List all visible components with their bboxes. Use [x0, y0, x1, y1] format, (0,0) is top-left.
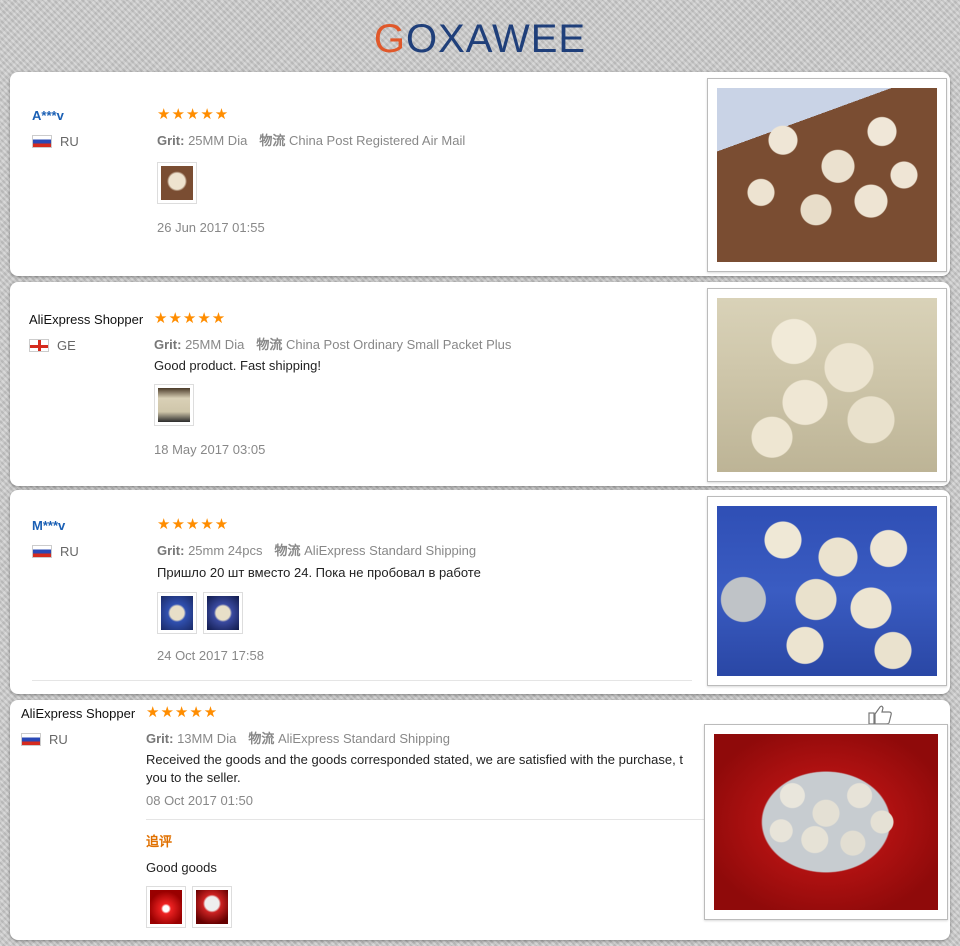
- review-thumbnail[interactable]: [203, 592, 243, 634]
- reviewer-country: RU: [32, 544, 79, 559]
- product-photo: [714, 734, 938, 910]
- country-code: RU: [60, 544, 79, 559]
- shipping-label: 物流: [259, 133, 286, 148]
- review-photo-preview[interactable]: [704, 724, 948, 920]
- grit-label: Grit:: [154, 337, 182, 352]
- review-thumbnail[interactable]: [157, 592, 197, 634]
- review-card: A***v RU ★★★★★ Grit: 25MM Dia 物流 China Po…: [10, 72, 950, 276]
- reviewer-country: RU: [32, 134, 79, 149]
- divider: [32, 680, 692, 681]
- order-info: Grit: 13MM Dia 物流 AliExpress Standard Shi…: [146, 728, 450, 747]
- reviewer-country: RU: [21, 732, 68, 747]
- review-text: Пришло 20 шт вместо 24. Пока не пробовал…: [157, 565, 481, 580]
- review-date: 08 Oct 2017 01:50: [146, 793, 253, 808]
- rating-stars: ★★★★★: [146, 703, 219, 721]
- review-thumbnails: [146, 886, 232, 928]
- product-photo: [717, 506, 937, 676]
- grit-value: 25MM Dia: [188, 133, 248, 148]
- review-photo-preview[interactable]: [707, 496, 947, 686]
- rating-stars: ★★★★★: [157, 105, 230, 123]
- review-thumbnail[interactable]: [154, 384, 194, 426]
- followup-label: 追评: [146, 834, 173, 849]
- grit-value: 25mm 24pcs: [188, 543, 263, 558]
- country-code: RU: [49, 732, 68, 747]
- review-photo-preview[interactable]: [707, 288, 947, 482]
- review-thumbnail[interactable]: [146, 886, 186, 928]
- product-photo: [717, 88, 937, 262]
- rating-stars: ★★★★★: [154, 309, 227, 327]
- product-photo: [717, 298, 937, 472]
- brand-logo: GOXAWEE: [0, 8, 960, 68]
- reviewer-name: A***v: [32, 108, 64, 123]
- grit-value: 13MM Dia: [177, 731, 237, 746]
- shipping-label: 物流: [256, 337, 283, 352]
- review-card: AliExpress Shopper RU ★★★★★ Grit: 13MM D…: [10, 700, 950, 940]
- goxawee-logo: GOXAWEE: [374, 17, 586, 61]
- georgia-flag-icon: [29, 339, 49, 352]
- review-date: 18 May 2017 03:05: [154, 442, 266, 457]
- shipping-value: China Post Ordinary Small Packet Plus: [285, 337, 512, 352]
- rating-stars: ★★★★★: [157, 515, 230, 533]
- country-code: RU: [60, 134, 79, 149]
- review-card: M***v RU ★★★★★ Grit: 25mm 24pcs 物流 AliExp…: [10, 490, 950, 694]
- review-photo-preview[interactable]: [707, 78, 947, 272]
- shipping-value: AliExpress Standard Shipping: [304, 543, 477, 558]
- review-text: Good product. Fast shipping!: [154, 358, 321, 373]
- review-thumbnails: [157, 162, 197, 204]
- shipping-value: AliExpress Standard Shipping: [277, 731, 450, 746]
- reviewer-name: AliExpress Shopper: [21, 706, 136, 721]
- order-info: Grit: 25MM Dia 物流 China Post Ordinary Sma…: [154, 334, 511, 353]
- review-thumbnail[interactable]: [192, 886, 232, 928]
- reviewer-country: GE: [29, 338, 76, 353]
- shipping-label: 物流: [274, 543, 301, 558]
- grit-value: 25MM Dia: [185, 337, 245, 352]
- grit-label: Grit:: [157, 543, 185, 558]
- reviewer-name: AliExpress Shopper: [29, 312, 144, 327]
- review-date: 26 Jun 2017 01:55: [157, 220, 265, 235]
- grit-label: Grit:: [157, 133, 185, 148]
- shipping-value: China Post Registered Air Mail: [288, 133, 466, 148]
- reviewer-name: M***v: [32, 518, 66, 533]
- review-thumbnails: [154, 384, 194, 426]
- country-code: GE: [57, 338, 76, 353]
- thumbs-up-icon[interactable]: [868, 704, 894, 726]
- followup-text: Good goods: [146, 860, 217, 875]
- russia-flag-icon: [32, 135, 52, 148]
- review-text-line: Received the goods and the goods corresp…: [146, 752, 683, 767]
- russia-flag-icon: [21, 733, 41, 746]
- divider: [146, 819, 706, 820]
- review-thumbnail[interactable]: [157, 162, 197, 204]
- svg-text:GOXAWEE: GOXAWEE: [374, 17, 586, 61]
- review-card: AliExpress Shopper GE ★★★★★ Grit: 25MM D…: [10, 282, 950, 486]
- grit-label: Grit:: [146, 731, 174, 746]
- order-info: Grit: 25mm 24pcs 物流 AliExpress Standard S…: [157, 540, 476, 559]
- shipping-label: 物流: [248, 731, 275, 746]
- russia-flag-icon: [32, 545, 52, 558]
- review-thumbnails: [157, 592, 243, 634]
- order-info: Grit: 25MM Dia 物流 China Post Registered A…: [157, 130, 465, 149]
- review-text-line: you to the seller.: [146, 770, 241, 785]
- review-date: 24 Oct 2017 17:58: [157, 648, 264, 663]
